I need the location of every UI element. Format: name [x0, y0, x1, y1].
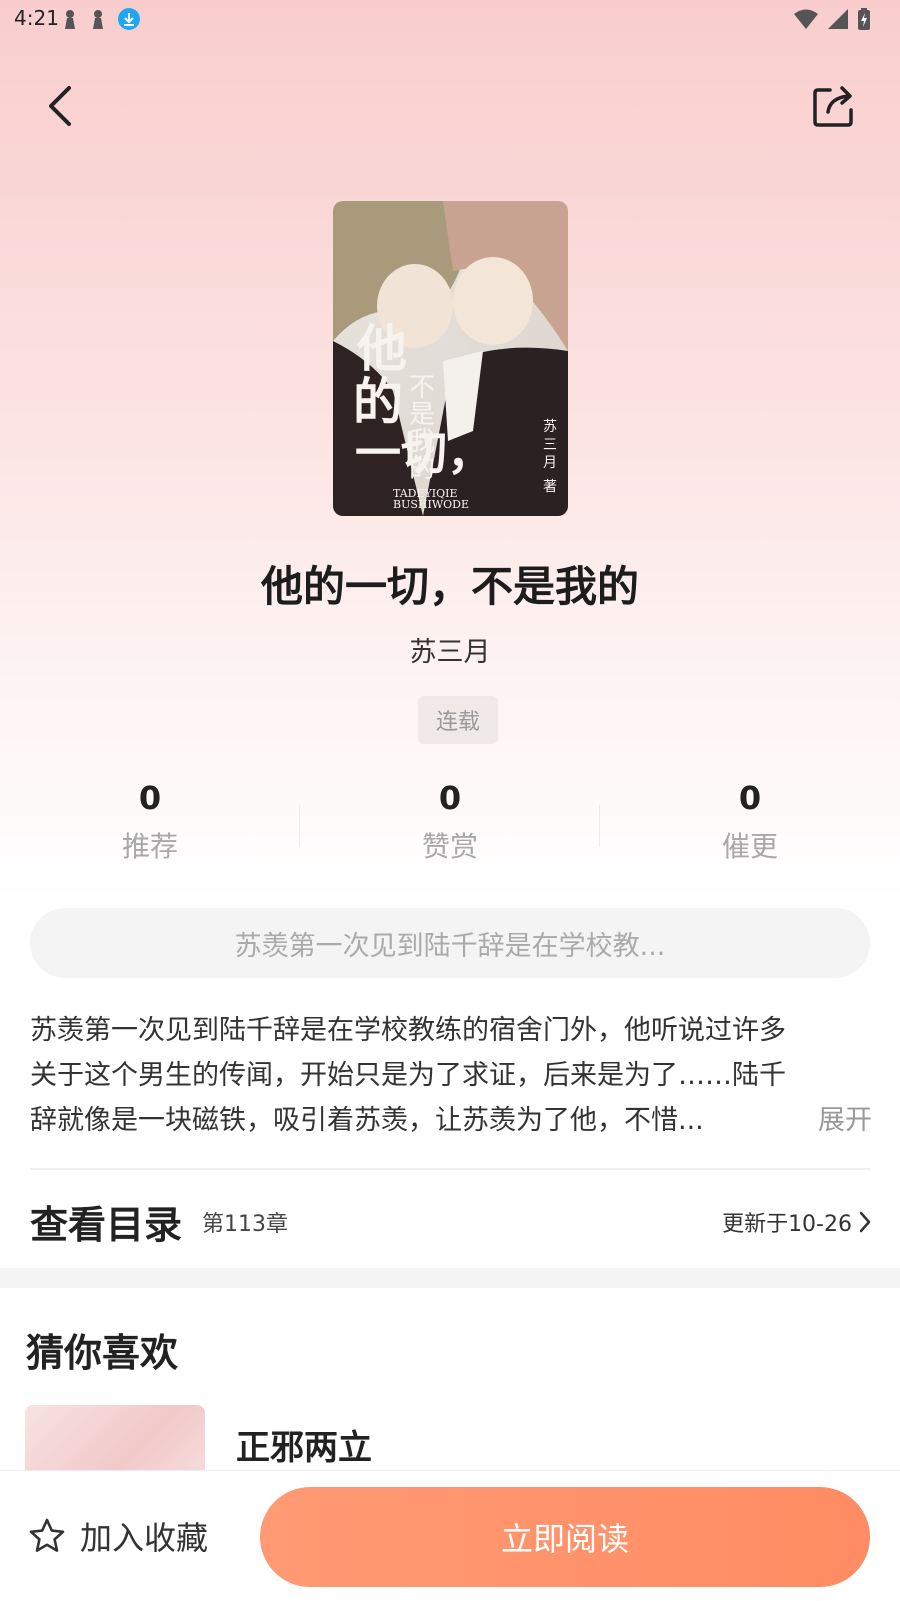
stats-row: 0 推荐 0 赞赏 0 催更 — [0, 775, 900, 875]
update-date: 更新于10-26 — [722, 1206, 872, 1238]
description-last-line: 辞就像是一块磁铁，吸引着苏羡，让苏羡为了他，不惜... 展开 — [30, 1098, 872, 1143]
description-line: 辞就像是一块磁铁，吸引着苏羡，让苏羡为了他，不惜... — [30, 1105, 704, 1136]
serial-status-badge: 连载 — [418, 696, 498, 744]
book-cover[interactable]: 他 的 一切， 不 是 我 的 TADEYIQIE BUSHIWODE 苏 三 … — [333, 201, 568, 516]
cover-title-char: 的 — [409, 454, 435, 484]
cover-title-char: 我 — [409, 427, 435, 457]
recommend-section-title: 猜你喜欢 — [26, 1331, 179, 1375]
notification-person-icon — [90, 8, 106, 30]
status-bar: 4:21 — [0, 0, 900, 40]
cover-title-char: 他 — [356, 319, 407, 378]
share-button[interactable] — [808, 80, 860, 132]
update-date-text: 更新于10-26 — [722, 1212, 852, 1237]
add-to-favorites-button[interactable]: 加入收藏 — [28, 1511, 208, 1561]
description-line: 关于这个男生的传闻，开始只是为了求证，后来是为了……陆千 — [30, 1060, 786, 1091]
wifi-icon — [794, 9, 818, 29]
read-now-button[interactable]: 立即阅读 — [260, 1487, 870, 1587]
cover-title-char: 不 — [409, 373, 435, 403]
system-status-icons — [794, 8, 870, 30]
stat-urge-update[interactable]: 0 催更 — [600, 775, 900, 865]
stat-value: 0 — [438, 779, 462, 817]
stat-value: 0 — [138, 779, 162, 817]
expand-link[interactable]: 展开 — [818, 1098, 872, 1143]
status-notification-icons — [62, 8, 140, 30]
cover-title-char: 的 — [353, 372, 403, 431]
status-time: 4:21 — [14, 6, 59, 30]
share-icon — [813, 86, 853, 127]
cover-author-char: 苏 — [543, 419, 557, 435]
recommend-book-title[interactable]: 正邪两立 — [236, 1420, 372, 1469]
catalog-row[interactable]: 查看目录 第113章 更新于10-26 — [30, 1188, 872, 1258]
catalog-title: 查看目录 — [30, 1203, 183, 1247]
star-outline-icon — [29, 1518, 65, 1552]
bottom-action-bar: 加入收藏 立即阅读 — [0, 1470, 900, 1601]
stat-reward[interactable]: 0 赞赏 — [300, 775, 600, 865]
add-to-favorites-label: 加入收藏 — [80, 1519, 209, 1557]
summary-pill[interactable]: 苏羡第一次见到陆千辞是在学校教... — [30, 908, 870, 978]
stat-label: 催更 — [721, 830, 778, 863]
stat-value: 0 — [738, 779, 762, 817]
chapter-count: 第113章 — [202, 1212, 288, 1237]
cover-author-char: 三 — [543, 437, 557, 453]
book-description[interactable]: 苏羡第一次见到陆千辞是在学校教练的宿舍门外，他听说过许多 关于这个男生的传闻，开… — [30, 1008, 872, 1143]
stat-recommend[interactable]: 0 推荐 — [0, 775, 300, 865]
download-icon — [118, 8, 140, 30]
cover-subtitle: BUSHIWODE — [393, 498, 469, 511]
book-title: 他的一切，不是我的 — [260, 562, 639, 611]
description-line: 苏羡第一次见到陆千辞是在学校教练的宿舍门外，他听说过许多 — [30, 1015, 786, 1046]
section-separator — [0, 1268, 900, 1288]
book-author[interactable]: 苏三月 — [0, 630, 900, 669]
chevron-right-icon — [859, 1211, 871, 1233]
stat-label: 推荐 — [121, 830, 178, 863]
battery-icon — [858, 8, 870, 30]
signal-icon — [828, 9, 848, 29]
cover-author-char: 月 — [543, 455, 557, 471]
stat-label: 赞赏 — [421, 830, 478, 863]
cover-title-char: 是 — [409, 400, 435, 430]
divider — [30, 1168, 870, 1170]
back-arrow-icon — [49, 86, 71, 126]
back-button[interactable] — [36, 82, 84, 130]
cover-author-char: 著 — [543, 479, 557, 495]
notification-person-icon — [62, 8, 78, 30]
